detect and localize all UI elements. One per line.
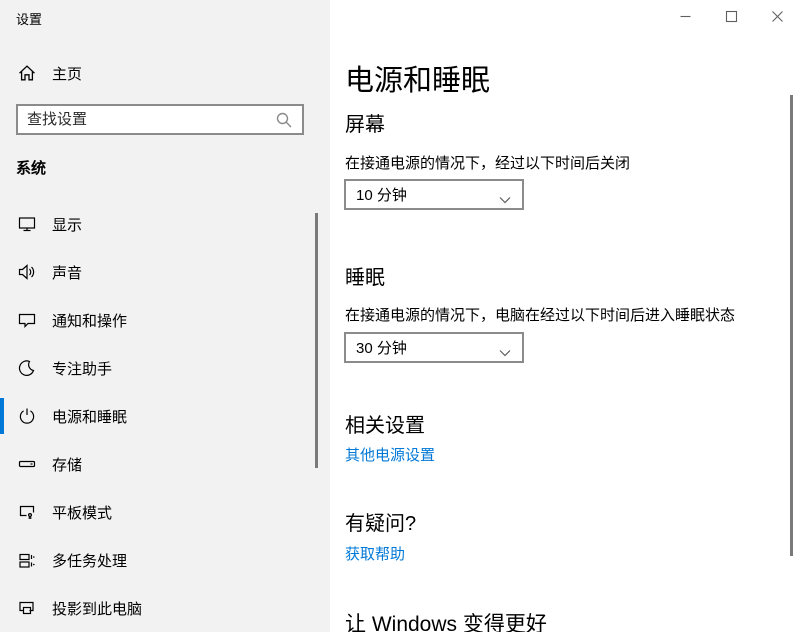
notifications-icon (17, 310, 37, 330)
maximize-icon (726, 11, 737, 22)
app-title: 设置 (16, 9, 42, 28)
sidebar-item-label: 专注助手 (52, 358, 112, 379)
main-content: 电源和睡眠 屏幕 在接通电源的情况下，经过以下时间后关闭 10 分钟 睡眠 在接… (330, 0, 800, 632)
screen-timeout-value: 10 分钟 (356, 184, 499, 205)
tablet-mode-icon (17, 502, 37, 522)
display-icon (17, 214, 37, 234)
sidebar-item-label: 显示 (52, 214, 82, 235)
sidebar: 设置 主页 系统 显示声音通知和操作专注助手电源和睡眠存储平板模式多任务处理投影… (0, 0, 330, 632)
selected-indicator (0, 590, 4, 626)
sidebar-section-label: 系统 (16, 157, 46, 178)
selected-indicator (0, 494, 4, 530)
sidebar-item-label: 通知和操作 (52, 310, 127, 331)
sidebar-nav: 显示声音通知和操作专注助手电源和睡眠存储平板模式多任务处理投影到此电脑 (0, 200, 315, 632)
screen-section-title: 屏幕 (345, 108, 385, 137)
selected-indicator (0, 350, 4, 386)
sidebar-item-sound[interactable]: 声音 (0, 248, 315, 296)
minimize-icon (680, 11, 691, 22)
projecting-icon (17, 598, 37, 618)
close-icon (772, 11, 783, 22)
close-button[interactable] (754, 0, 800, 32)
sidebar-item-multitasking[interactable]: 多任务处理 (0, 536, 315, 584)
power-icon (17, 406, 37, 426)
get-help-link[interactable]: 获取帮助 (345, 543, 405, 564)
settings-window: 设置 主页 系统 显示声音通知和操作专注助手电源和睡眠存储平板模式多任务处理投影… (0, 0, 800, 632)
minimize-button[interactable] (662, 0, 708, 32)
selected-indicator (0, 254, 4, 290)
screen-section-description: 在接通电源的情况下，经过以下时间后关闭 (345, 152, 630, 173)
sidebar-item-label: 声音 (52, 262, 82, 283)
chevron-down-icon (499, 191, 511, 199)
search-input[interactable] (18, 111, 275, 128)
sidebar-item-power-sleep[interactable]: 电源和睡眠 (0, 392, 315, 440)
related-settings-title: 相关设置 (345, 409, 425, 438)
sidebar-item-home[interactable]: 主页 (0, 57, 315, 89)
sound-icon (17, 262, 37, 282)
sleep-section-description: 在接通电源的情况下，电脑在经过以下时间后进入睡眠状态 (345, 304, 735, 325)
page-title: 电源和睡眠 (345, 57, 490, 99)
chevron-down-icon (499, 344, 511, 352)
search-box (16, 104, 304, 135)
selected-indicator (0, 446, 4, 482)
focus-assist-icon (17, 358, 37, 378)
sidebar-item-label: 主页 (52, 63, 82, 84)
sidebar-item-storage[interactable]: 存储 (0, 440, 315, 488)
feedback-section-title: 让 Windows 变得更好 (345, 608, 547, 632)
sleep-timeout-value: 30 分钟 (356, 337, 499, 358)
help-section-title: 有疑问? (345, 507, 416, 536)
sidebar-item-label: 存储 (52, 454, 82, 475)
sidebar-item-label: 电源和睡眠 (52, 406, 127, 427)
selected-indicator (0, 302, 4, 338)
sidebar-item-notifications[interactable]: 通知和操作 (0, 296, 315, 344)
selected-indicator (0, 206, 4, 242)
main-scrollbar[interactable] (790, 95, 793, 556)
sidebar-item-label: 平板模式 (52, 502, 112, 523)
sidebar-item-display[interactable]: 显示 (0, 200, 315, 248)
sleep-section-title: 睡眠 (345, 261, 385, 290)
sidebar-item-label: 投影到此电脑 (52, 598, 142, 619)
additional-power-settings-link[interactable]: 其他电源设置 (345, 444, 435, 465)
sidebar-item-tablet-mode[interactable]: 平板模式 (0, 488, 315, 536)
selected-indicator (0, 542, 4, 578)
caption-buttons (662, 0, 800, 32)
storage-icon (17, 454, 37, 474)
sidebar-scrollbar[interactable] (315, 213, 318, 468)
screen-timeout-dropdown[interactable]: 10 分钟 (344, 179, 524, 210)
home-icon (17, 63, 37, 83)
sleep-timeout-dropdown[interactable]: 30 分钟 (344, 332, 524, 363)
search-icon[interactable] (275, 111, 293, 129)
sidebar-item-label: 多任务处理 (52, 550, 127, 571)
selected-indicator (0, 398, 4, 434)
maximize-button[interactable] (708, 0, 754, 32)
sidebar-item-projecting[interactable]: 投影到此电脑 (0, 584, 315, 632)
multitasking-icon (17, 550, 37, 570)
sidebar-item-focus-assist[interactable]: 专注助手 (0, 344, 315, 392)
